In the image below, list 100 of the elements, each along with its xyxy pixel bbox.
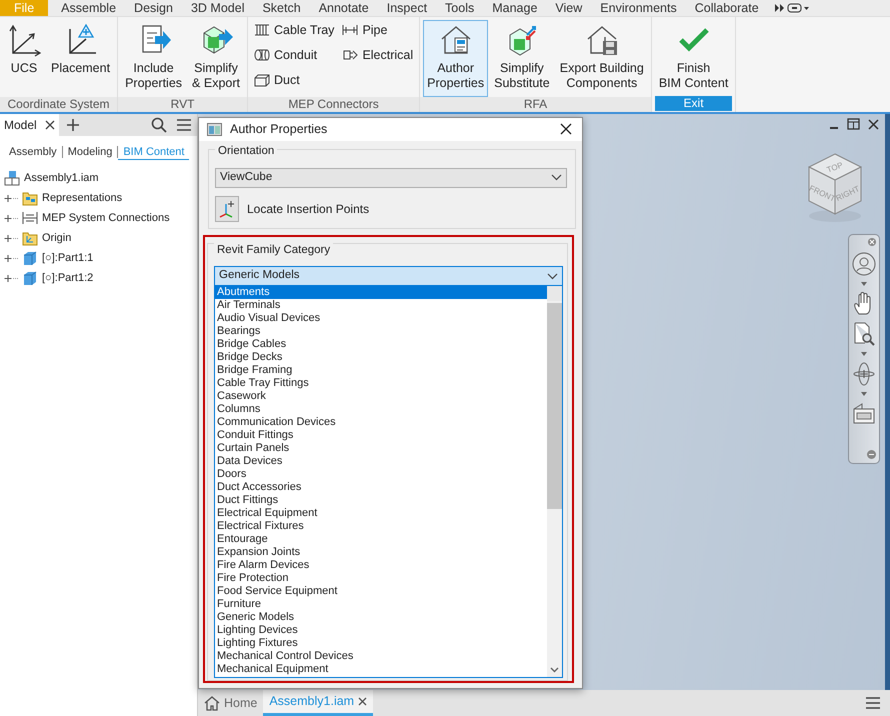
dropdown-option[interactable]: Air Terminals xyxy=(215,299,547,312)
browser-tab[interactable]: Modeling xyxy=(62,145,118,159)
ribbon-button[interactable]: Pipe xyxy=(339,20,416,41)
dropdown-option[interactable]: Bridge Cables xyxy=(215,338,547,351)
menu-tab[interactable]: Manage xyxy=(483,0,546,16)
dropdown-option[interactable]: Casework xyxy=(215,390,547,403)
expand-icon[interactable] xyxy=(4,194,18,202)
dropdown-option[interactable]: Data Devices xyxy=(215,455,547,468)
tree-item[interactable]: Origin xyxy=(42,230,72,246)
ribbon-button[interactable]: Include Properties xyxy=(121,20,186,97)
dropdown-option[interactable]: Doors xyxy=(215,468,547,481)
dropdown-option[interactable]: Furniture xyxy=(215,598,547,611)
ribbon-button[interactable]: UCS xyxy=(3,20,45,97)
ribbon-button[interactable]: Cable Tray xyxy=(250,20,338,41)
view-face-icon[interactable] xyxy=(852,402,876,424)
tree-item[interactable]: [○]:Part1:1 xyxy=(42,250,94,266)
dropdown-option[interactable]: Curtain Panels xyxy=(215,442,547,455)
collapse-icon[interactable] xyxy=(867,450,876,459)
exit-bar: Exit xyxy=(654,96,732,111)
menu-tab[interactable]: Design xyxy=(125,0,182,16)
menu-icon[interactable] xyxy=(866,697,880,709)
menu-tab[interactable]: 3D Model xyxy=(182,0,254,16)
menu-tab[interactable]: Annotate xyxy=(310,0,378,16)
dropdown-option[interactable]: Audio Visual Devices xyxy=(215,312,547,325)
dropdown-option[interactable]: Entourage xyxy=(215,533,547,546)
scrollbar-thumb[interactable] xyxy=(547,303,562,509)
ribbon-button[interactable]: Placement xyxy=(47,20,114,97)
menu-tab[interactable]: Collaborate xyxy=(686,0,768,16)
menu-tab[interactable]: Tools xyxy=(436,0,484,16)
menu-tab[interactable]: View xyxy=(546,0,592,16)
browser-tab[interactable]: Assembly xyxy=(4,145,62,159)
tree-item[interactable]: Assembly1.iam xyxy=(24,170,99,186)
ribbon-button[interactable]: Simplify & Export xyxy=(188,20,244,97)
axes-icon xyxy=(7,23,41,57)
dropdown-option[interactable]: Mechanical Control Devices xyxy=(215,650,547,663)
dropdown-option[interactable]: Fire Protection xyxy=(215,572,547,585)
close-icon[interactable] xyxy=(868,118,879,130)
browser-tab[interactable]: BIM Content xyxy=(118,144,190,160)
tree-item[interactable]: [○]:Part1:2 xyxy=(42,270,94,286)
dropdown-option[interactable]: Cable Tray Fittings xyxy=(215,377,547,390)
ribbon-button[interactable]: Electrical xyxy=(339,44,416,66)
add-icon[interactable] xyxy=(66,119,79,131)
dropdown-option[interactable]: Lighting Devices xyxy=(215,624,547,637)
locate-button[interactable] xyxy=(215,196,239,222)
expand-icon[interactable] xyxy=(4,254,18,262)
cylinder-icon xyxy=(254,47,270,64)
dropdown-option[interactable]: Duct Fittings xyxy=(215,494,547,507)
chevron-down-icon xyxy=(551,174,562,182)
ribbon-button[interactable]: Export Building Components xyxy=(556,20,648,97)
dropdown-option[interactable]: Expansion Joints xyxy=(215,546,547,559)
dropdown-option[interactable]: Electrical Equipment xyxy=(215,507,547,520)
folder-icon xyxy=(22,230,38,246)
search-icon[interactable] xyxy=(151,117,167,133)
dropdown-option[interactable]: Communication Devices xyxy=(215,416,547,429)
close-icon[interactable] xyxy=(560,123,572,136)
close-icon[interactable] xyxy=(358,697,368,706)
ribbon-button[interactable]: Simplify Substitute xyxy=(490,20,554,97)
dropdown-icon[interactable] xyxy=(861,352,867,356)
orbit-icon[interactable] xyxy=(852,362,876,386)
dropdown-icon[interactable] xyxy=(861,392,867,396)
ribbon-button[interactable]: Finish BIM Content xyxy=(654,20,732,96)
menu-tab[interactable]: Environments xyxy=(591,0,686,16)
dropdown-option[interactable]: Conduit Fittings xyxy=(215,429,547,442)
dropdown-option[interactable]: Electrical Fixtures xyxy=(215,520,547,533)
panel-tab[interactable]: Model xyxy=(0,114,59,136)
dropdown-option[interactable]: Abutments xyxy=(215,286,547,299)
restore-icon[interactable] xyxy=(847,118,860,130)
zoom-icon[interactable] xyxy=(853,322,875,346)
menu-tab[interactable]: Sketch xyxy=(253,0,310,16)
expand-icon[interactable] xyxy=(4,214,18,222)
cube-icon xyxy=(22,250,38,266)
ribbon-button[interactable]: Duct xyxy=(250,70,338,90)
scrollbar[interactable] xyxy=(547,286,562,677)
dropdown-icon[interactable] xyxy=(861,282,867,286)
dropdown-option[interactable]: Duct Accessories xyxy=(215,481,547,494)
tree-item[interactable]: Representations xyxy=(42,190,122,206)
group-label: RVT xyxy=(118,97,247,112)
button-label: Locate Insertion Points xyxy=(247,200,370,218)
dropdown-option[interactable]: Bearings xyxy=(215,325,547,338)
dropdown-option[interactable]: Fire Alarm Devices xyxy=(215,559,547,572)
dropdown-option[interactable]: Columns xyxy=(215,403,547,416)
dropdown-option[interactable]: Lighting Fixtures xyxy=(215,637,547,650)
dropdown-option[interactable]: Food Service Equipment xyxy=(215,585,547,598)
dropdown-option[interactable]: Generic Models xyxy=(215,611,547,624)
dropdown-field[interactable]: Generic Models xyxy=(214,266,563,286)
menu-tab[interactable]: Inspect xyxy=(378,0,436,16)
dropdown-option[interactable]: Bridge Framing xyxy=(215,364,547,377)
document-tab[interactable]: Home xyxy=(198,690,264,716)
menu-icon[interactable] xyxy=(177,119,191,131)
dropdown-option[interactable]: Bridge Decks xyxy=(215,351,547,364)
menu-tab[interactable]: Assemble xyxy=(52,0,126,16)
tree-item[interactable]: MEP System Connections xyxy=(42,210,170,226)
close-icon[interactable] xyxy=(44,120,55,130)
dropdown-option[interactable]: Mechanical Equipment xyxy=(215,663,547,676)
dropdown-field[interactable]: ViewCube xyxy=(215,168,567,188)
ribbon-button[interactable]: Author Properties xyxy=(423,20,488,97)
expand-icon[interactable] xyxy=(4,234,18,242)
chevron-down-icon[interactable] xyxy=(550,667,559,673)
ribbon-button[interactable]: Conduit xyxy=(250,44,338,66)
expand-icon[interactable] xyxy=(4,274,18,282)
